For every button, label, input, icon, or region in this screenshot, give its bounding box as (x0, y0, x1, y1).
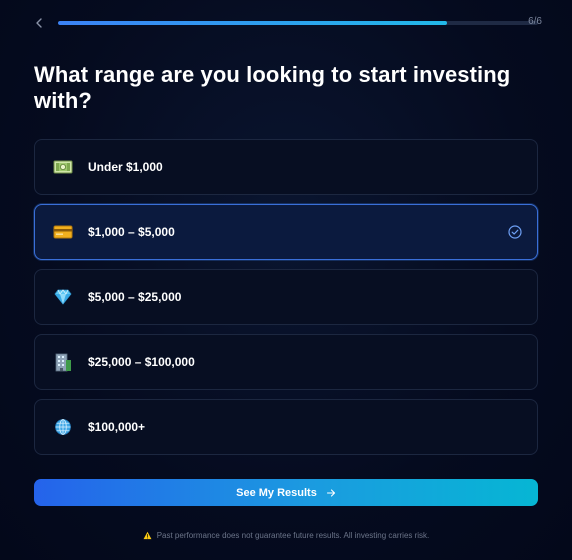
option-100000-plus[interactable]: $100,000+ (34, 399, 538, 455)
chevron-left-icon (36, 18, 42, 28)
option-5000-25000[interactable]: $5,000 – $25,000 (34, 269, 538, 325)
option-1000-5000[interactable]: $1,000 – $5,000 (34, 204, 538, 260)
top-bar: 6/6 (34, 12, 542, 34)
check-circle-icon (508, 225, 522, 239)
globe-icon (53, 417, 73, 437)
option-label: $25,000 – $100,000 (88, 355, 195, 369)
step-counter: 6/6 (528, 16, 542, 27)
see-my-results-button[interactable]: See My Results (34, 479, 538, 506)
disclaimer: Past performance does not guarantee futu… (0, 531, 572, 540)
option-label: $5,000 – $25,000 (88, 290, 182, 304)
cta-label: See My Results (236, 486, 317, 499)
back-button[interactable] (34, 12, 50, 34)
money-bills-icon (53, 157, 73, 177)
credit-card-icon (53, 222, 73, 242)
option-label: $100,000+ (88, 420, 146, 434)
option-label: Under $1,000 (88, 160, 163, 174)
options-list: Under $1,000 $1,000 – $5,000 $5,000 – $2… (34, 139, 538, 464)
warning-icon (143, 531, 152, 540)
office-building-icon (53, 352, 73, 372)
progress-bar (58, 21, 538, 25)
option-label: $1,000 – $5,000 (88, 225, 175, 239)
investment-range-quiz-page: 6/6 What range are you looking to start … (0, 0, 572, 560)
diamond-icon (53, 287, 73, 307)
option-25000-100000[interactable]: $25,000 – $100,000 (34, 334, 538, 390)
disclaimer-text: Past performance does not guarantee futu… (156, 531, 430, 540)
arrow-right-icon (326, 488, 335, 497)
question-title: What range are you looking to start inve… (34, 62, 511, 113)
progress-bar-fill (58, 21, 447, 25)
option-under-1000[interactable]: Under $1,000 (34, 139, 538, 195)
